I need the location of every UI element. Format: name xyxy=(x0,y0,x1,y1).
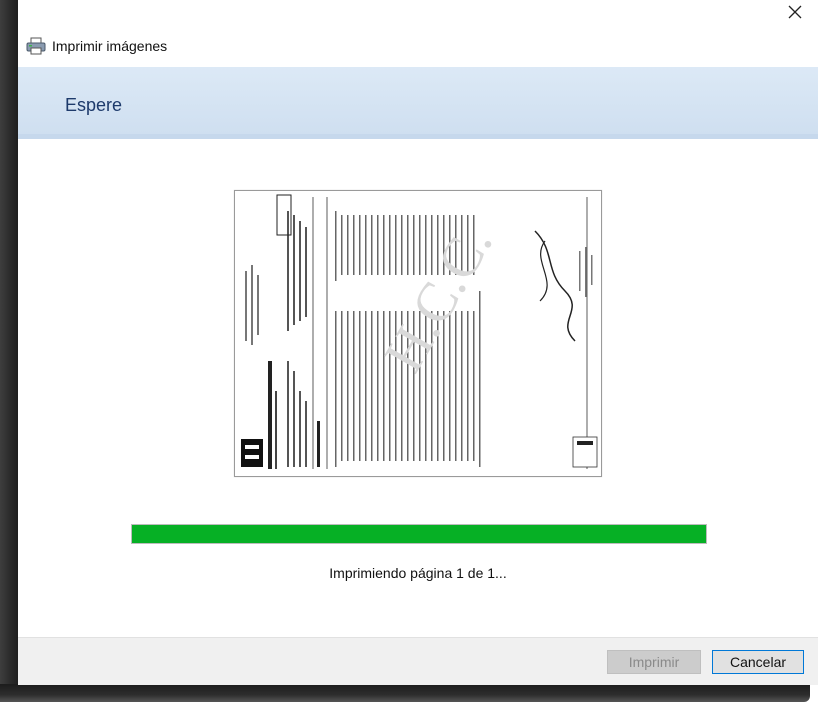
print-button[interactable]: Imprimir xyxy=(607,650,701,674)
background-window-edge-left xyxy=(0,0,18,700)
status-message: Imprimiendo página 1 de 1... xyxy=(329,565,507,581)
cancel-button[interactable]: Cancelar xyxy=(712,650,804,674)
print-progress-bar xyxy=(131,524,707,544)
window-title: Imprimir imágenes xyxy=(52,38,168,54)
status-banner: Espere xyxy=(18,67,818,139)
printer-icon xyxy=(26,37,46,55)
progress-fill xyxy=(132,525,706,543)
background-window-edge-bottom xyxy=(0,684,810,702)
title-bar: Imprimir imágenes xyxy=(26,34,167,58)
print-preview-image: H.C.C. xyxy=(234,190,602,477)
close-icon xyxy=(788,5,802,19)
close-button[interactable] xyxy=(778,0,812,24)
print-dialog: Imprimir imágenes Espere H.C.C. Imprimie… xyxy=(18,0,818,685)
dialog-footer: Imprimir Cancelar xyxy=(18,637,818,685)
lab-report-thumbnail: H.C.C. xyxy=(235,191,601,476)
banner-heading: Espere xyxy=(65,95,123,115)
